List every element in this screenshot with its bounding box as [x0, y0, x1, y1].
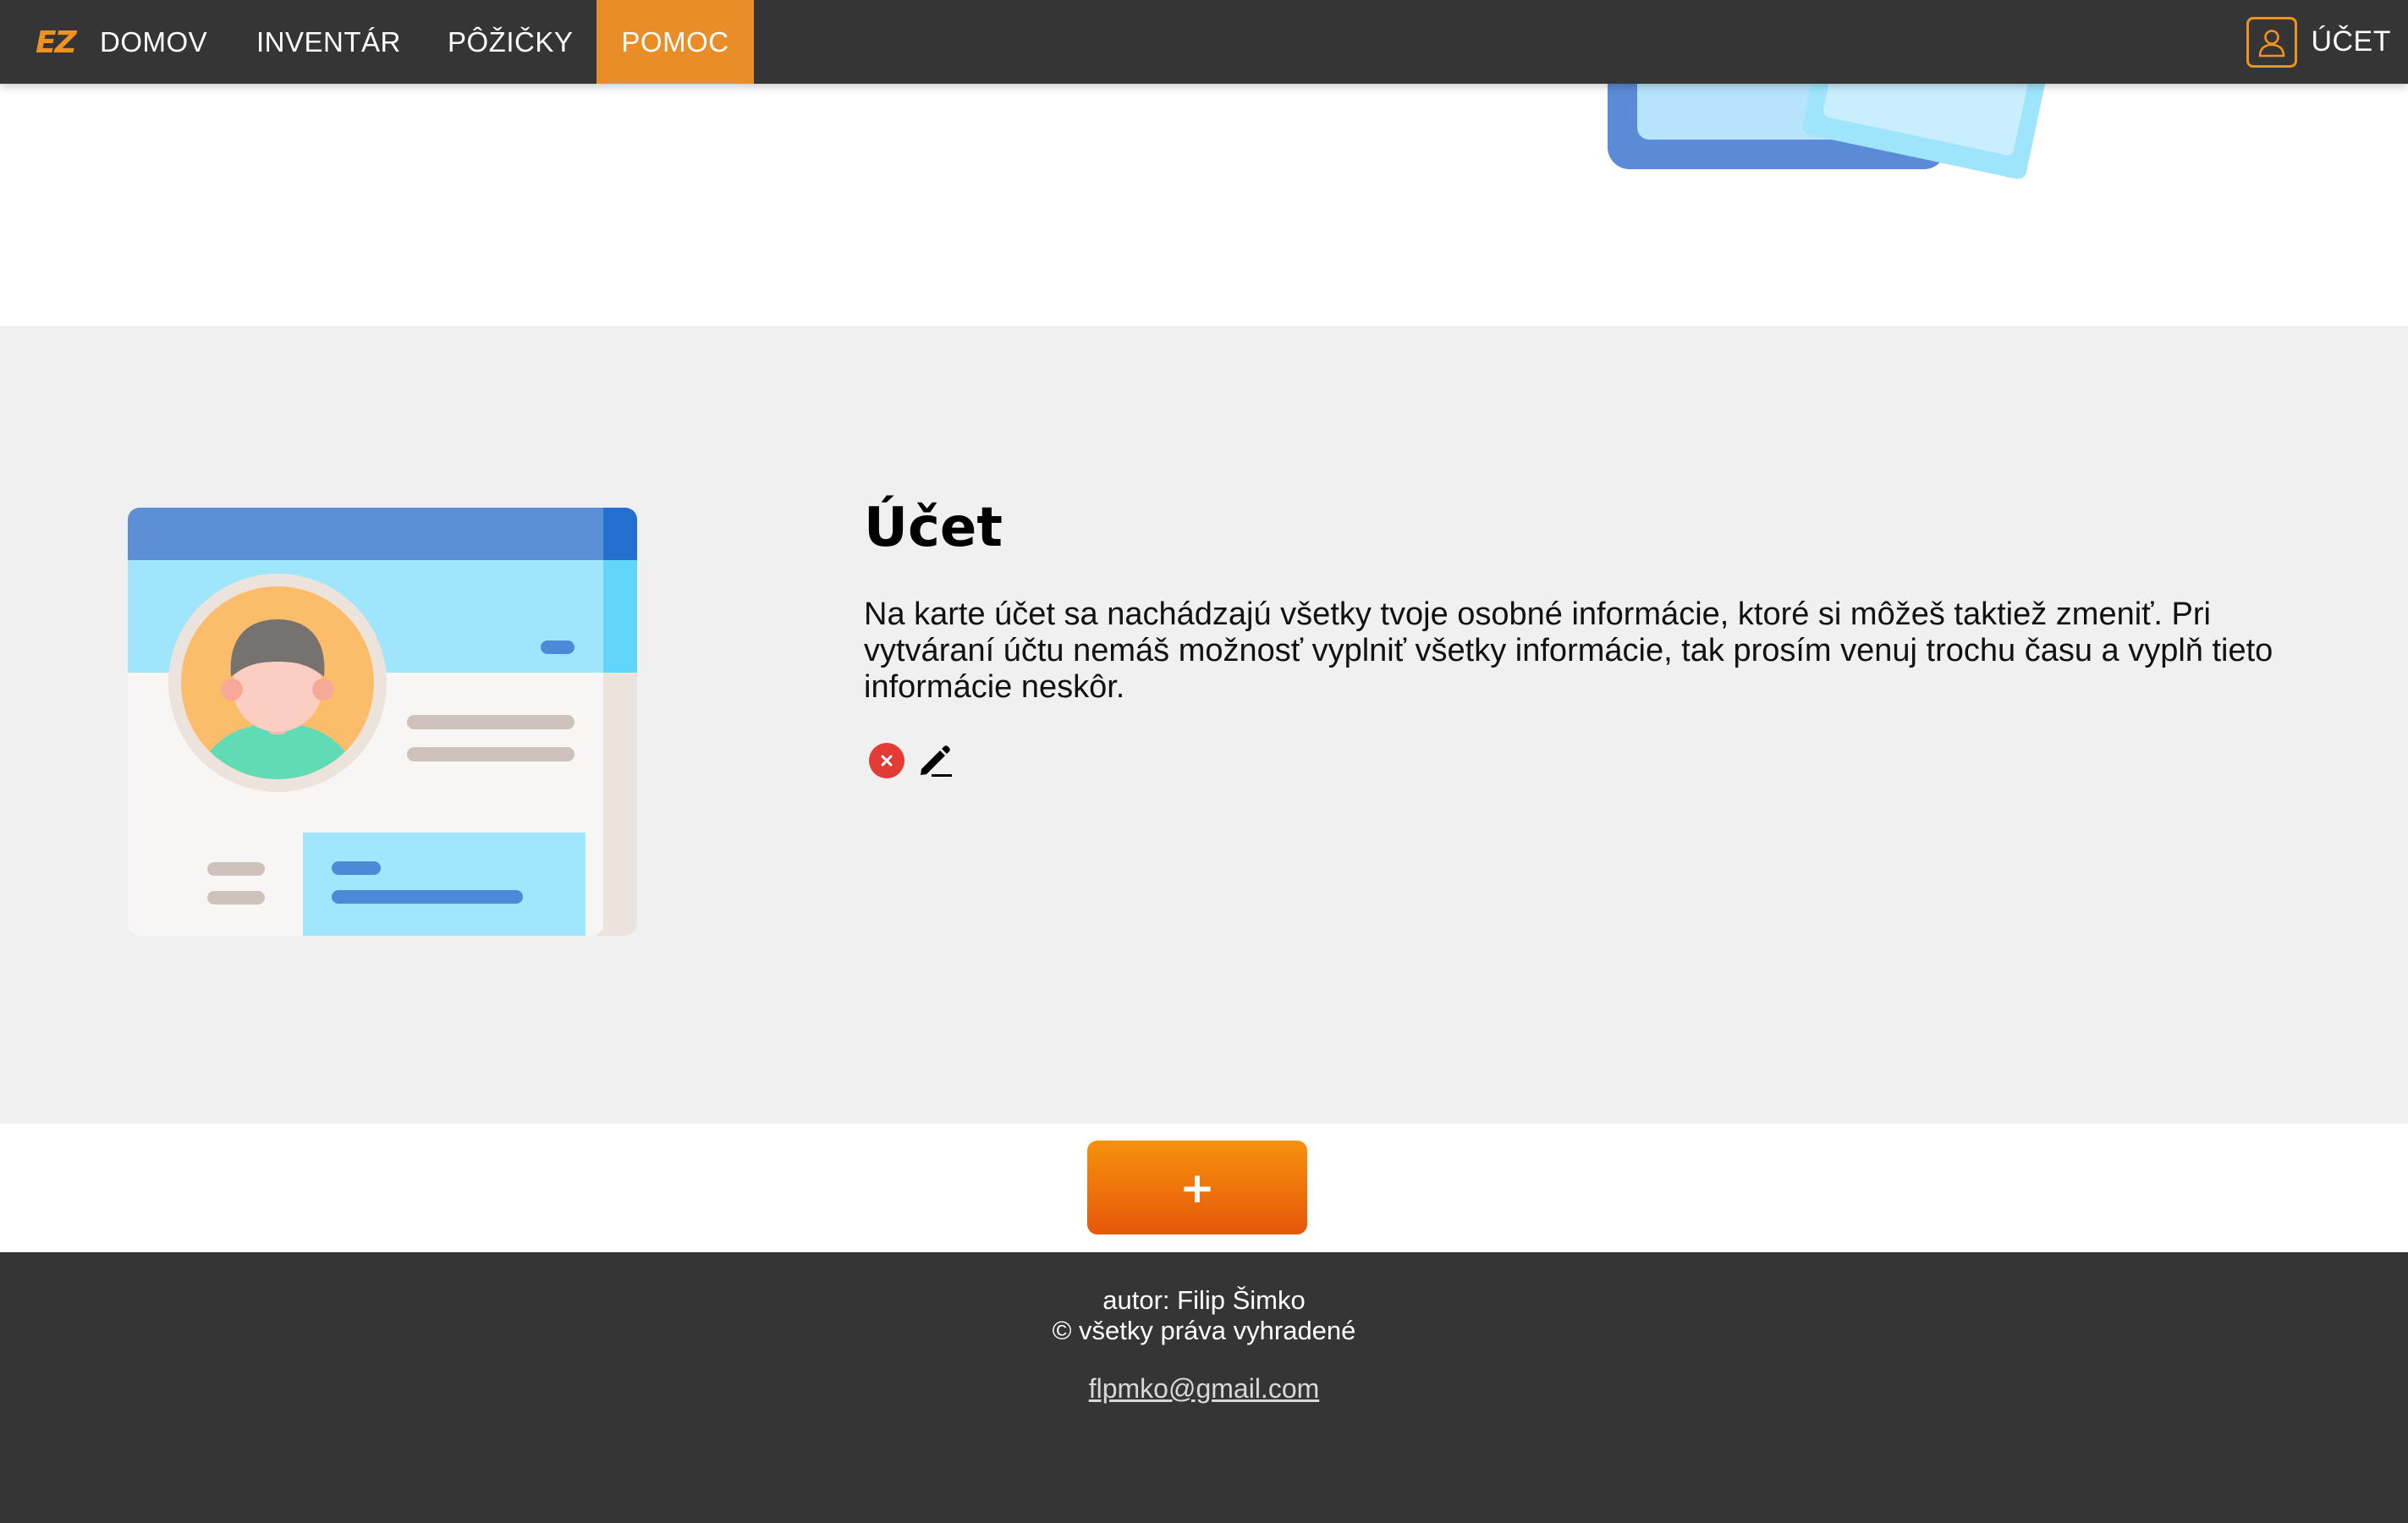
top-navbar: EZ DOMOV INVENTÁR PÔŽIČKY POMOC ÚČET: [0, 0, 2408, 84]
add-button[interactable]: +: [1087, 1141, 1307, 1234]
ez-logo[interactable]: EZ: [34, 24, 90, 61]
tablet-illustration: [1608, 84, 2062, 179]
previous-help-section: [0, 84, 2408, 326]
nav-item-home[interactable]: DOMOV: [100, 0, 207, 84]
account-help-section: Účet Na karte účet sa nachádzajú všetky …: [0, 326, 2408, 1124]
help-actions: [869, 740, 955, 781]
svg-text:EZ: EZ: [36, 25, 78, 60]
user-icon: [2246, 16, 2298, 68]
page-footer: autor: Filip Šimko © všetky práva vyhrad…: [0, 1252, 2408, 1523]
nav-item-inventory[interactable]: INVENTÁR: [256, 0, 401, 84]
help-title: Účet: [864, 497, 1003, 559]
nav-account-label: ÚČET: [2311, 25, 2391, 58]
nav-item-help[interactable]: POMOC: [597, 0, 754, 84]
help-description: Na karte účet sa nachádzajú všetky tvoje…: [864, 597, 2273, 705]
nav-account[interactable]: ÚČET: [2246, 0, 2391, 84]
nav-item-loans[interactable]: PÔŽIČKY: [448, 0, 573, 84]
profile-card-illustration: [128, 508, 637, 936]
delete-icon[interactable]: [869, 743, 904, 778]
add-section: +: [0, 1124, 2408, 1252]
footer-email-link[interactable]: flpmko@gmail.com: [0, 1372, 2408, 1405]
edit-icon[interactable]: [915, 740, 955, 781]
footer-rights: © všetky práva vyhradené: [1052, 1316, 1356, 1345]
footer-author: autor: Filip Šimko: [1102, 1285, 1306, 1315]
